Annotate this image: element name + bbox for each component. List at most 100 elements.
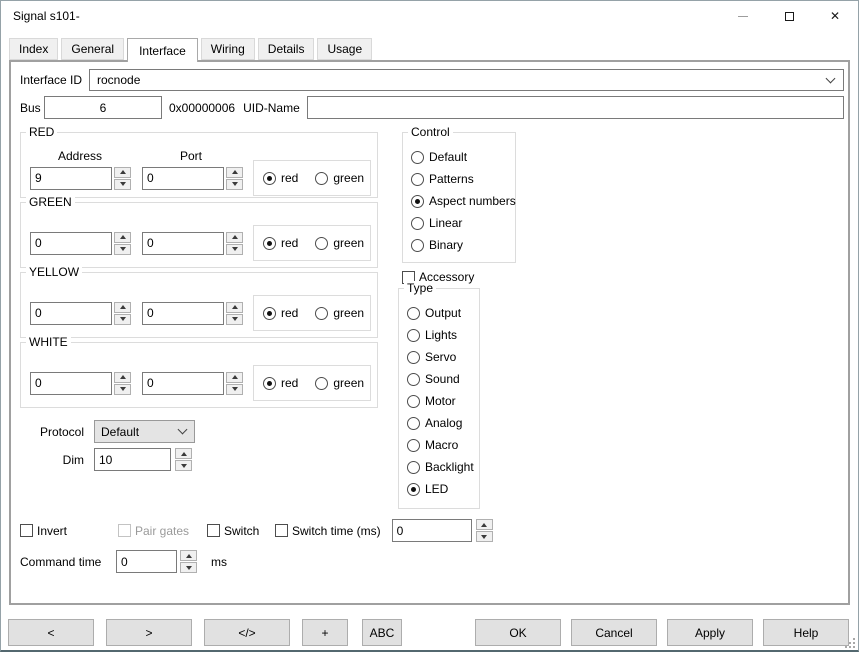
type-option-output[interactable]: Output [407,306,475,320]
type-option-motor[interactable]: Motor [407,394,475,408]
type-option-servo[interactable]: Servo [407,350,475,364]
radio-backlight[interactable] [407,461,420,474]
type-option-macro[interactable]: Macro [407,438,475,452]
invert-checkbox[interactable] [20,524,33,537]
help-button[interactable]: Help [763,619,849,646]
yellow-port-spinner[interactable] [226,302,243,325]
tab-details[interactable]: Details [258,38,315,60]
type-option-lights[interactable]: Lights [407,328,475,342]
red-port-spinner[interactable] [226,167,243,190]
white-green-radio[interactable] [315,377,328,390]
green-address-input[interactable] [30,232,112,255]
spin-up-button[interactable] [226,167,243,178]
white-port-spinner[interactable] [226,372,243,395]
green-port-input[interactable] [142,232,224,255]
switch-checkbox-row[interactable]: Switch [207,524,275,538]
tab-index[interactable]: Index [9,38,58,60]
spin-up-button[interactable] [226,232,243,243]
radio-binary[interactable] [411,239,424,252]
protocol-dropdown[interactable]: Default [94,420,195,443]
type-option-sound[interactable]: Sound [407,372,475,386]
red-port-input[interactable] [142,167,224,190]
add-button[interactable]: + [302,619,348,646]
spin-up-button[interactable] [226,372,243,383]
switch-time-input[interactable] [392,519,472,542]
close-button[interactable]: ✕ [812,1,858,31]
interface-id-combobox[interactable]: rocnode [89,69,844,91]
radio-patterns[interactable] [411,173,424,186]
radio-aspect-numbers[interactable] [411,195,424,208]
yellow-port-input[interactable] [142,302,224,325]
abc-button[interactable]: ABC [362,619,402,646]
bus-input[interactable] [44,96,162,119]
spin-up-button[interactable] [175,448,192,459]
next-button[interactable]: > [106,619,192,646]
switch-time-spinner[interactable] [476,519,493,542]
type-option-backlight[interactable]: Backlight [407,460,475,474]
spin-down-button[interactable] [114,179,131,190]
radio-linear[interactable] [411,217,424,230]
minimize-button[interactable] [720,1,766,31]
green-green-radio[interactable] [315,237,328,250]
control-option-default[interactable]: Default [411,150,509,164]
spin-down-button[interactable] [114,384,131,395]
tab-usage[interactable]: Usage [317,38,372,60]
command-time-spinner[interactable] [180,550,197,573]
invert-checkbox-row[interactable]: Invert [20,524,118,538]
spin-up-button[interactable] [114,232,131,243]
yellow-green-radio[interactable] [315,307,328,320]
spin-down-button[interactable] [226,244,243,255]
switch-time-checkbox[interactable] [275,524,288,537]
radio-motor[interactable] [407,395,420,408]
switch-time-checkbox-row[interactable]: Switch time (ms) [275,524,381,538]
red-address-input[interactable] [30,167,112,190]
tab-general[interactable]: General [61,38,124,60]
spin-up-button[interactable] [114,167,131,178]
control-option-aspect-numbers[interactable]: Aspect numbers [411,194,509,208]
resize-grip[interactable] [845,638,855,648]
dim-input[interactable] [94,448,171,471]
xml-button[interactable]: </> [204,619,290,646]
spin-down-button[interactable] [180,562,197,573]
switch-checkbox[interactable] [207,524,220,537]
command-time-input[interactable] [116,550,177,573]
tab-wiring[interactable]: Wiring [201,38,255,60]
spin-down-button[interactable] [226,179,243,190]
radio-lights[interactable] [407,329,420,342]
spin-down-button[interactable] [226,314,243,325]
spin-down-button[interactable] [175,460,192,471]
tab-interface[interactable]: Interface [127,38,198,62]
red-green-radio[interactable] [315,172,328,185]
green-port-spinner[interactable] [226,232,243,255]
radio-output[interactable] [407,307,420,320]
radio-analog[interactable] [407,417,420,430]
red-red-radio[interactable] [263,172,276,185]
white-port-input[interactable] [142,372,224,395]
red-address-spinner[interactable] [114,167,131,190]
yellow-address-spinner[interactable] [114,302,131,325]
spin-down-button[interactable] [476,531,493,542]
ok-button[interactable]: OK [475,619,561,646]
spin-up-button[interactable] [226,302,243,313]
uid-name-input[interactable] [307,96,844,119]
titlebar[interactable]: Signal s101- ✕ [1,1,858,31]
control-option-patterns[interactable]: Patterns [411,172,509,186]
maximize-button[interactable] [766,1,812,31]
control-option-binary[interactable]: Binary [411,238,509,252]
spin-up-button[interactable] [180,550,197,561]
spin-up-button[interactable] [476,519,493,530]
apply-button[interactable]: Apply [667,619,753,646]
cancel-button[interactable]: Cancel [571,619,657,646]
radio-led[interactable] [407,483,420,496]
radio-servo[interactable] [407,351,420,364]
type-option-analog[interactable]: Analog [407,416,475,430]
radio-sound[interactable] [407,373,420,386]
yellow-address-input[interactable] [30,302,112,325]
white-red-radio[interactable] [263,377,276,390]
dim-spinner[interactable] [175,448,192,471]
spin-down-button[interactable] [226,384,243,395]
green-red-radio[interactable] [263,237,276,250]
spin-up-button[interactable] [114,302,131,313]
control-option-linear[interactable]: Linear [411,216,509,230]
radio-default[interactable] [411,151,424,164]
